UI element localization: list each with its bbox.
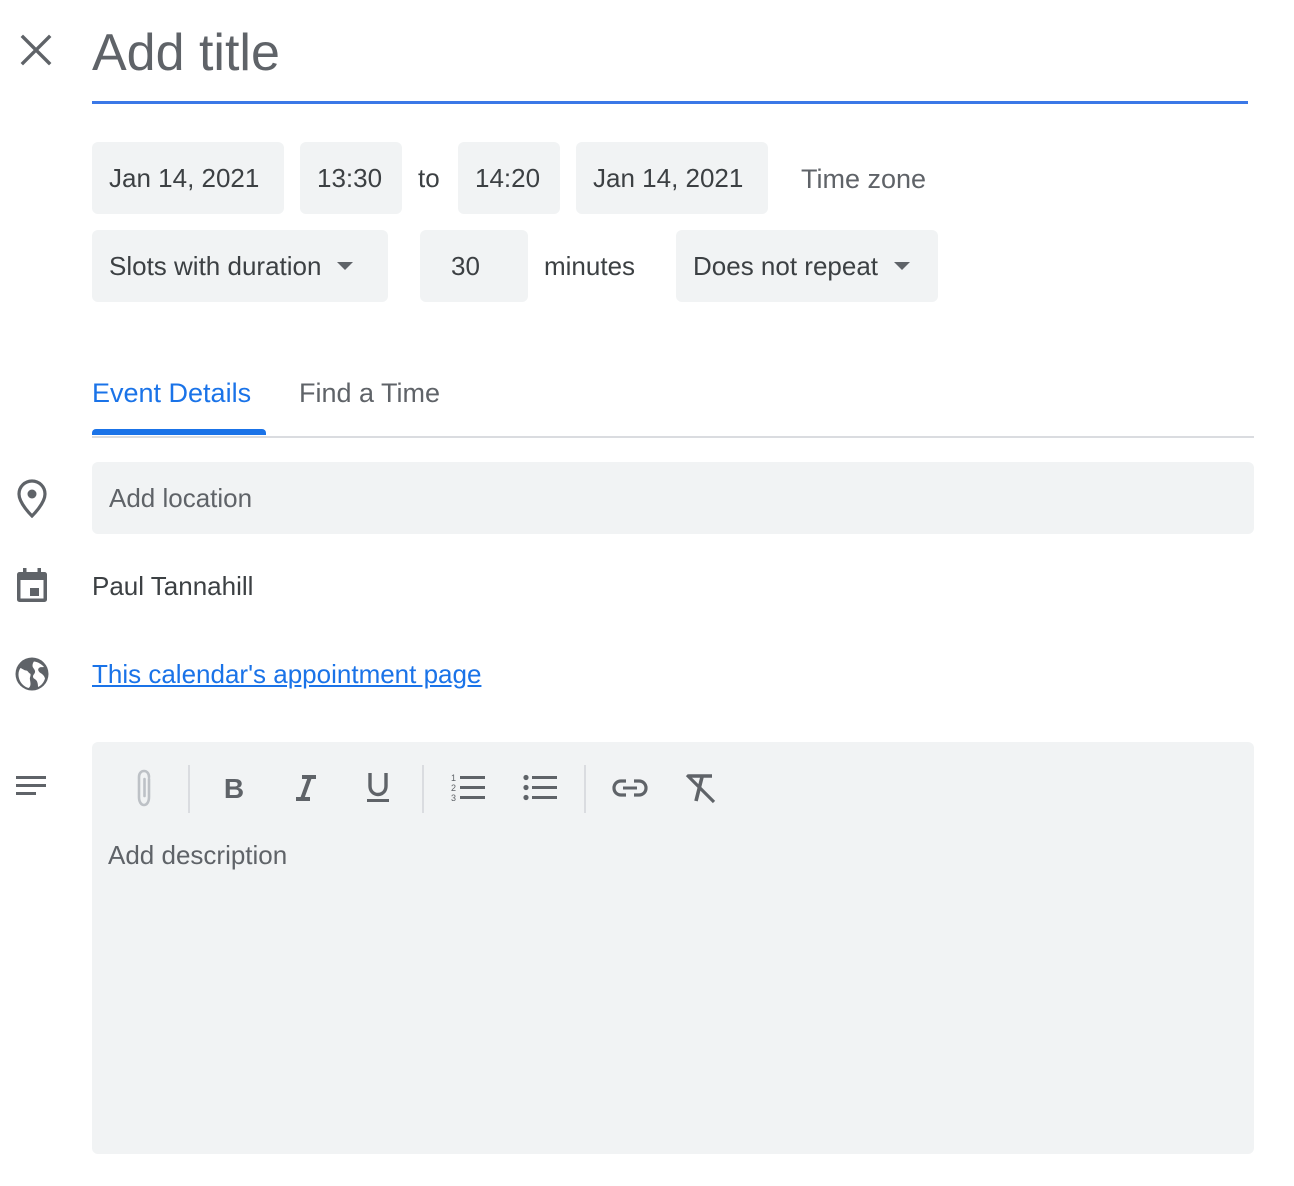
title-input[interactable] [92,18,1248,88]
toolbar-separator [188,765,190,813]
start-time-label: 13:30 [317,162,383,193]
numbered-list-icon[interactable]: 1 2 3 [446,766,490,810]
notes-icon [14,772,50,802]
appointment-page-link[interactable]: This calendar's appointment page [92,659,481,690]
bulleted-list-icon[interactable] [518,766,562,810]
duration-input[interactable]: 30 [420,230,528,302]
tab-find-a-time[interactable]: Find a Time [299,378,440,409]
duration-value: 30 [451,250,480,281]
tabs-divider [92,436,1254,438]
start-time-button[interactable]: 13:30 [300,142,402,214]
chevron-down-icon [894,262,911,270]
start-date-button[interactable]: Jan 14, 2021 [92,142,284,214]
italic-icon[interactable] [284,766,328,810]
svg-text:3: 3 [451,793,456,803]
tab-event-details[interactable]: Event Details [92,378,251,409]
close-icon[interactable] [14,28,58,72]
repeat-label: Does not repeat [693,250,879,281]
bold-icon[interactable]: B [212,766,256,810]
remove-formatting-icon[interactable] [678,766,722,810]
toolbar-separator [422,765,424,813]
calendar-owner-name: Paul Tannahill [92,571,254,601]
start-date-label: Jan 14, 2021 [109,162,260,193]
calendar-icon [14,567,50,605]
svg-text:B: B [224,773,244,803]
active-tab-indicator [92,429,266,435]
svg-text:2: 2 [451,783,456,793]
duration-unit-label: minutes [544,251,636,281]
end-time-label: 14:20 [475,162,541,193]
globe-icon [14,656,50,692]
toolbar-separator [584,765,586,813]
slots-mode-label: Slots with duration [109,250,322,281]
repeat-dropdown[interactable]: Does not repeat [676,230,938,302]
to-label: to [418,163,440,193]
chevron-down-icon [337,262,354,270]
description-input[interactable] [108,840,1228,1140]
location-input[interactable] [92,462,1254,534]
link-icon[interactable] [608,766,652,810]
end-date-button[interactable]: Jan 14, 2021 [576,142,768,214]
time-zone-button[interactable]: Time zone [801,164,926,195]
slots-mode-dropdown[interactable]: Slots with duration [92,230,388,302]
underline-icon[interactable] [356,766,400,810]
title-underline [92,101,1248,104]
end-date-label: Jan 14, 2021 [593,162,744,193]
svg-text:1: 1 [451,773,456,783]
attachment-icon[interactable] [122,766,166,810]
end-time-button[interactable]: 14:20 [458,142,560,214]
location-pin-icon [14,478,50,518]
